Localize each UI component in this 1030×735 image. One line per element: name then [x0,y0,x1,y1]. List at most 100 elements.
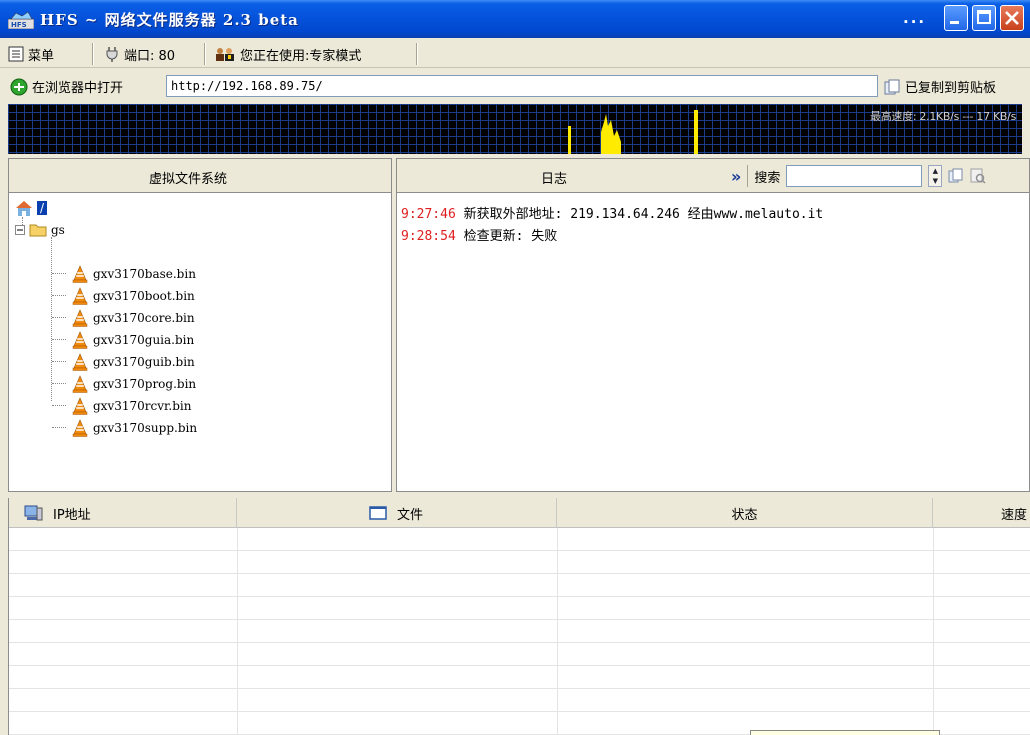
file-label: gxv3170rcvr.bin [93,399,192,413]
file-item[interactable]: gxv3170guia.bin [71,331,194,349]
svg-text:HFS: HFS [11,21,27,29]
copy-to-clipboard-button[interactable]: 已复制到剪贴板 [884,77,996,96]
toolbar-divider [204,43,206,65]
vlc-file-icon [72,265,88,283]
address-bar: 在浏览器中打开 http://192.168.89.75/ 已复制到剪贴板 [0,70,1030,102]
open-in-browser-button[interactable]: 在浏览器中打开 [10,77,123,96]
browser-globe-icon [10,78,28,95]
title-bar[interactable]: HFS HFS ~ 网络文件服务器 2.3 beta ... [0,0,1030,38]
log-entry: 9:28:54 检查更新: 失败 [401,225,823,247]
file-item[interactable]: gxv3170core.bin [71,309,195,327]
toolbar-divider [416,43,418,65]
plug-icon [106,47,118,62]
tree-connector [52,273,66,274]
log-panel: 日志 » 搜索 ▲ ▼ 9:27:46 新获取外部地址: 219.134.64.2… [396,158,1030,492]
menu-icon [8,46,24,62]
tree-connector [51,237,52,401]
collapse-icon[interactable] [15,225,25,235]
max-speed-label: 最高速度: 2.1KB/s --- 17 KB/s [870,110,1016,123]
home-icon [16,201,32,216]
vlc-file-icon [72,419,88,437]
url-field[interactable]: http://192.168.89.75/ [166,75,878,97]
column-divider [557,528,558,735]
find-icon[interactable] [970,168,986,184]
tree-connector [52,317,66,318]
computer-icon [24,505,43,521]
window-title: HFS ~ 网络文件服务器 2.3 beta [40,11,299,29]
vlc-file-icon [72,309,88,327]
file-item[interactable]: gxv3170rcvr.bin [71,397,191,415]
file-item[interactable]: gxv3170boot.bin [71,287,195,305]
mode-button[interactable]: 您正在使用:专家模式 [214,44,361,64]
port-button[interactable]: 端口: 80 [104,44,175,64]
column-file-label: 文件 [397,507,424,523]
vlc-file-icon [72,353,88,371]
connections-table: IP地址 文件 状态 速度 [8,498,1030,735]
log-text: 检查更新: 失败 [463,229,558,244]
copy-log-icon[interactable] [948,168,964,184]
vfs-header: 虚拟文件系统 [9,159,391,193]
tree-connector [52,361,66,362]
column-divider [237,528,238,735]
spin-down-icon[interactable]: ▼ [929,176,941,186]
column-ip[interactable]: IP地址 [9,498,237,528]
log-search-input[interactable] [786,165,923,187]
column-ip-label: IP地址 [53,507,91,523]
file-item[interactable]: gxv3170base.bin [71,265,196,283]
file-label: gxv3170supp.bin [93,421,198,435]
spin-up-icon[interactable]: ▲ [929,166,941,176]
column-status[interactable]: 状态 [557,498,933,528]
tooltip-fragment [750,730,940,735]
minimize-button[interactable] [944,5,968,31]
title-extra-dots[interactable]: ... [903,9,926,27]
tree-connector [52,405,66,406]
port-label: 端口: 80 [124,48,176,64]
toolbar-divider [92,43,94,65]
log-title: 日志 [541,172,568,187]
log-text: 新获取外部地址: 219.134.64.246 经由www.melauto.it [463,207,824,222]
menu-button[interactable]: 菜单 [8,44,54,64]
file-item[interactable]: gxv3170guib.bin [71,353,195,371]
log-content: 9:27:46 新获取外部地址: 219.134.64.246 经由www.me… [401,203,823,247]
file-item[interactable]: gxv3170supp.bin [71,419,197,437]
file-label: gxv3170base.bin [93,267,196,281]
vfs-root[interactable]: / [15,199,48,217]
folder-gs[interactable]: gs [15,223,65,237]
file-label: gxv3170guia.bin [93,333,195,347]
search-label: 搜索 [754,170,781,186]
hfs-app-icon: HFS [8,11,34,29]
search-spinner[interactable]: ▲ ▼ [928,165,943,187]
tree-connector [52,383,66,384]
close-button[interactable] [1000,5,1024,31]
bandwidth-graph: 最高速度: 2.1KB/s --- 17 KB/s [8,104,1022,154]
file-window-icon [369,506,387,520]
vlc-file-icon [72,287,88,305]
vfs-panel: 虚拟文件系统 / gs gxv3170base.bin gxv3170boot.b… [8,158,392,492]
graph-spike [601,114,621,154]
file-label: gxv3170prog.bin [93,377,197,391]
column-speed[interactable]: 速度 [933,498,1030,528]
maximize-button[interactable] [972,5,996,31]
connections-body[interactable] [9,528,1030,735]
log-time: 9:28:54 [401,229,456,244]
vlc-file-icon [72,397,88,415]
tree-connector [52,339,66,340]
log-search-bar: » 搜索 ▲ ▼ [731,165,986,187]
connections-header: IP地址 文件 状态 速度 [9,498,1030,528]
log-header: 日志 » 搜索 ▲ ▼ [397,159,1029,193]
clipboard-icon [884,79,900,94]
column-divider [933,528,934,735]
file-label: gxv3170guib.bin [93,355,195,369]
vlc-file-icon [72,375,88,393]
log-entry: 9:27:46 新获取外部地址: 219.134.64.246 经由www.me… [401,203,823,225]
column-file[interactable]: 文件 [237,498,557,528]
file-label: gxv3170boot.bin [93,289,195,303]
vlc-file-icon [72,331,88,349]
mode-label: 您正在使用:专家模式 [240,48,362,64]
main-toolbar: 菜单 端口: 80 您正在使用:专家模式 [0,40,1030,68]
root-label: / [37,201,48,215]
file-item[interactable]: gxv3170prog.bin [71,375,196,393]
folder-label: gs [51,223,65,237]
expand-arrows-icon[interactable]: » [731,167,741,186]
column-speed-label: 速度 [1000,507,1027,523]
